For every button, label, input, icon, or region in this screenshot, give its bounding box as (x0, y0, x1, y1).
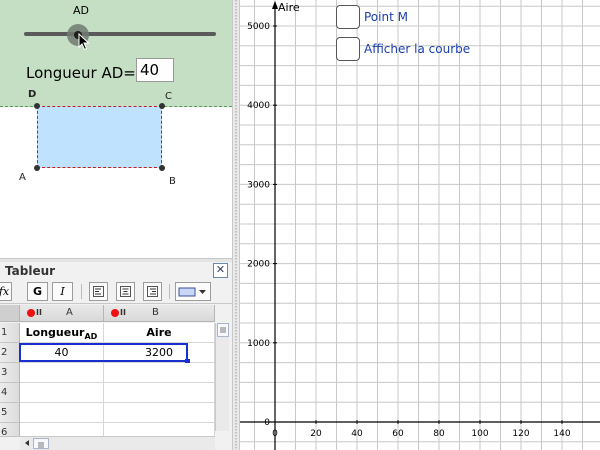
point-b[interactable] (159, 165, 165, 171)
align-center-icon (120, 286, 131, 297)
x-tick-label: 100 (471, 429, 488, 439)
italic-button[interactable]: I (52, 282, 73, 301)
align-right-icon (147, 286, 158, 297)
x-tick-label: 60 (392, 429, 404, 439)
vertical-scrollbar[interactable] (215, 323, 229, 431)
align-center-button[interactable] (116, 282, 135, 301)
close-icon[interactable]: ✕ (213, 263, 228, 278)
y-tick-label: 3000 (247, 180, 270, 190)
row-header-1[interactable]: 1 (0, 323, 20, 343)
cell-b3[interactable] (104, 363, 215, 383)
cell-b1[interactable]: Aire (104, 323, 215, 343)
spreadsheet-toolbar: fx G I (0, 280, 232, 304)
mouse-cursor-icon (78, 33, 90, 51)
slider-label: AD (73, 4, 89, 17)
cell-a1[interactable]: LongueurAD (20, 323, 104, 343)
graph-canvas[interactable]: 0 20 40 60 80 100 120 140 0 1000 2000 3000 4000 5000 A… (240, 0, 600, 450)
rectangle-abcd[interactable] (37, 106, 162, 168)
point-b-label: B (169, 176, 176, 187)
point-a-label: A (19, 172, 26, 183)
y-axis-label: Aire (278, 1, 300, 14)
graphics-view-right[interactable]: 0 20 40 60 80 100 120 140 0 1000 2000 3000 4000 5000 A… (240, 0, 600, 450)
checkbox-afficher-courbe-label: Afficher la courbe (364, 42, 471, 56)
column-a-label: A (66, 307, 73, 318)
align-right-button[interactable] (143, 282, 162, 301)
graphics-view-left[interactable]: AD Longueur AD= 40 D C A B (0, 0, 232, 258)
y-tick-label: 4000 (247, 101, 270, 111)
scroll-left-icon[interactable] (22, 437, 32, 449)
row-header-3[interactable]: 3 (0, 363, 20, 383)
vertical-splitter[interactable] (232, 0, 240, 450)
cell-a1-subscript: AD (84, 332, 98, 342)
longueur-label: Longueur AD= (26, 64, 136, 82)
x-tick-label: 140 (553, 429, 570, 439)
corner-cell[interactable] (0, 305, 20, 322)
y-tick-label: 5000 (247, 22, 270, 32)
color-dropdown-icon (178, 287, 206, 297)
point-d-label: D (28, 89, 37, 100)
spreadsheet-title: Tableur (5, 264, 56, 278)
scroll-thumb[interactable] (217, 323, 229, 337)
spreadsheet-panel: Tableur ✕ fx G I (0, 262, 232, 450)
x-tick-label: 120 (512, 429, 529, 439)
y-tick-label: 0 (264, 418, 270, 428)
checkbox-point-m-label: Point M (364, 10, 408, 24)
horizontal-scrollbar[interactable] (20, 436, 215, 450)
row-header-6[interactable]: 6 (0, 423, 20, 438)
grip-icon (38, 442, 44, 448)
y-tick-label: 1000 (247, 339, 270, 349)
row-header-2[interactable]: 2 (0, 343, 20, 363)
row-header-5[interactable]: 5 (0, 403, 20, 423)
spreadsheet-grid: II A II B 1 2 3 4 5 6 LongueurAD Aire 40… (0, 305, 232, 450)
background-color-button[interactable] (175, 282, 211, 301)
column-b-label: B (152, 307, 159, 318)
grip-icon (220, 327, 226, 333)
checkbox-point-m[interactable] (336, 5, 360, 29)
cell-a1-text: Longueur (25, 326, 85, 339)
toolbar-separator (81, 284, 82, 299)
pause-icon: II (36, 308, 42, 317)
cell-a3[interactable] (20, 363, 104, 383)
cell-b6[interactable] (104, 423, 215, 437)
y-tick-label: 2000 (247, 260, 270, 270)
cell-b2[interactable]: 3200 (104, 343, 215, 363)
longueur-input[interactable]: 40 (136, 58, 174, 82)
fx-button[interactable]: fx (0, 282, 12, 301)
point-a[interactable] (34, 165, 40, 171)
bold-button[interactable]: G (27, 282, 48, 301)
row-header-4[interactable]: 4 (0, 383, 20, 403)
cell-b5[interactable] (104, 403, 215, 423)
point-c[interactable] (159, 103, 165, 109)
align-left-button[interactable] (89, 282, 108, 301)
cell-a2[interactable]: 40 (20, 343, 104, 363)
column-header-a[interactable]: II A (20, 305, 104, 322)
x-tick-label: 80 (433, 429, 445, 439)
align-left-icon (93, 286, 104, 297)
record-icon (27, 309, 35, 317)
toolbar-separator (169, 284, 170, 299)
x-tick-label: 0 (272, 429, 278, 439)
point-d[interactable] (34, 103, 40, 109)
x-tick-label: 40 (351, 429, 363, 439)
cell-a6[interactable] (20, 423, 104, 437)
record-icon (111, 309, 119, 317)
scroll-thumb[interactable] (33, 438, 49, 449)
point-c-label: C (165, 91, 172, 102)
column-header-b[interactable]: II B (104, 305, 215, 322)
x-tick-label: 20 (310, 429, 322, 439)
cell-a4[interactable] (20, 383, 104, 403)
slider-track[interactable] (24, 32, 216, 36)
pause-icon: II (120, 308, 126, 317)
cell-a5[interactable] (20, 403, 104, 423)
checkbox-afficher-courbe[interactable] (336, 37, 360, 61)
cell-b4[interactable] (104, 383, 215, 403)
